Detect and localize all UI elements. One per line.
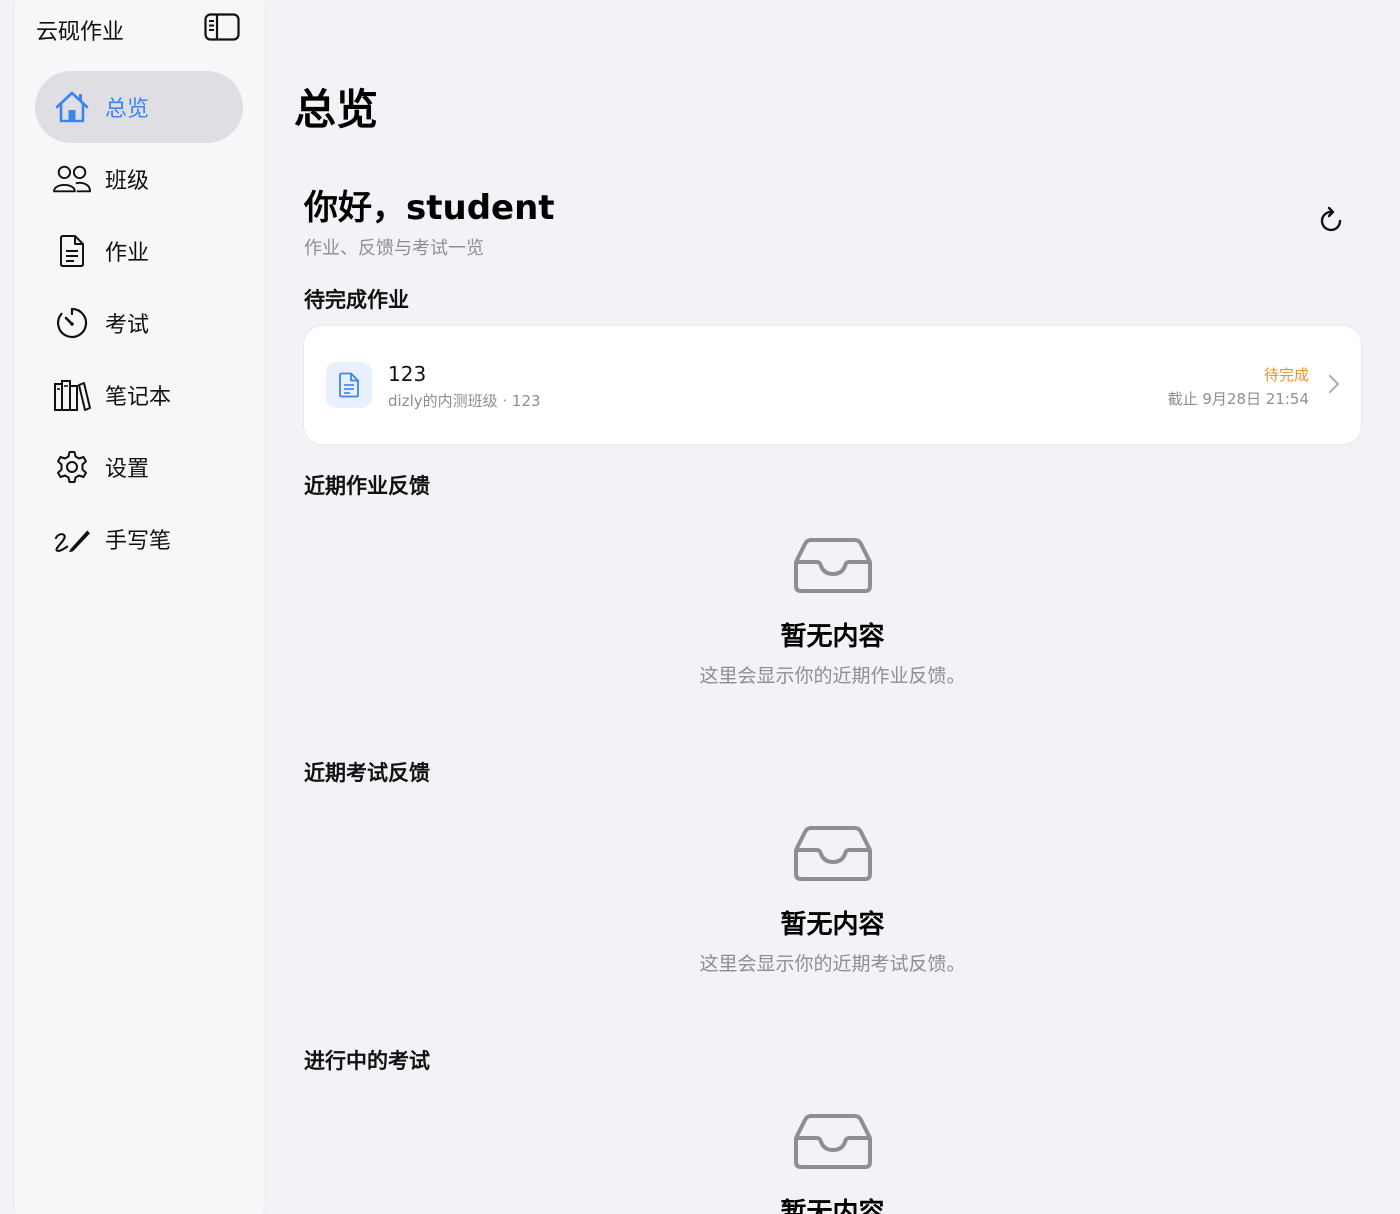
- timer-icon: [53, 304, 91, 342]
- empty-state-title: 暂无内容: [780, 622, 885, 652]
- task-name: 123: [388, 362, 427, 386]
- page-title: 总览: [294, 85, 379, 134]
- sidebar-item-label: 笔记本: [105, 385, 172, 410]
- empty-state-ongoing-exams: 暂无内容: [304, 1112, 1361, 1214]
- empty-state-description: 这里会显示你的近期作业反馈。: [699, 665, 966, 687]
- sidebar-item-notebooks[interactable]: 笔记本: [35, 359, 243, 431]
- inbox-tray-icon: [793, 1114, 872, 1169]
- books-icon: [53, 376, 91, 414]
- app-title: 云砚作业: [36, 20, 125, 45]
- sidebar-item-settings[interactable]: 设置: [35, 431, 243, 503]
- sidebar: 云砚作业 总览 班级 作业 考试 笔记本 设置 手写笔: [14, 0, 265, 1214]
- empty-state-homework-feedback: 暂无内容 这里会显示你的近期作业反馈。: [304, 536, 1361, 688]
- task-deadline: 截止 9月28日 21:54: [1167, 390, 1309, 408]
- sidebar-item-label: 设置: [105, 457, 150, 482]
- chevron-right-icon: [1328, 374, 1340, 394]
- homework-feedback-title: 近期作业反馈: [304, 474, 430, 498]
- empty-state-description: 这里会显示你的近期考试反馈。: [699, 953, 966, 975]
- empty-state-title: 暂无内容: [780, 910, 885, 940]
- sidebar-item-classes[interactable]: 班级: [35, 143, 243, 215]
- sidebar-item-label: 总览: [105, 97, 150, 122]
- exam-feedback-title: 近期考试反馈: [304, 761, 430, 785]
- pending-homework-title: 待完成作业: [304, 288, 409, 312]
- main-content: 总览 你好，student 作业、反馈与考试一览 待完成作业 123 dizly…: [292, 0, 1372, 1214]
- greeting-heading: 你好，student: [304, 188, 555, 228]
- task-icon-badge: [326, 362, 372, 408]
- inbox-tray-icon: [793, 538, 872, 593]
- gear-icon: [53, 448, 91, 486]
- task-class-meta: dizly的内测班级 · 123: [388, 392, 541, 410]
- people-icon: [53, 160, 91, 198]
- sidebar-item-overview[interactable]: 总览: [35, 71, 243, 143]
- sidebar-item-stylus[interactable]: 手写笔: [35, 503, 243, 575]
- refresh-button[interactable]: [1312, 200, 1352, 240]
- pencil-scribble-icon: [53, 520, 91, 558]
- sidebar-item-label: 考试: [105, 313, 150, 338]
- refresh-icon: [1320, 206, 1342, 232]
- empty-state-exam-feedback: 暂无内容 这里会显示你的近期考试反馈。: [304, 824, 1361, 976]
- pending-task-card[interactable]: 123 dizly的内测班级 · 123 待完成 截止 9月28日 21:54: [304, 326, 1361, 444]
- sidebar-item-exams[interactable]: 考试: [35, 287, 243, 359]
- inbox-tray-icon: [793, 826, 872, 881]
- sidebar-toggle-button[interactable]: [204, 12, 240, 42]
- greeting-subtitle: 作业、反馈与考试一览: [304, 238, 484, 259]
- empty-state-title: 暂无内容: [780, 1198, 885, 1214]
- document-icon: [53, 232, 91, 270]
- task-status-badge: 待完成: [1263, 366, 1309, 384]
- sidebar-item-label: 作业: [105, 241, 150, 266]
- sidebar-item-homework[interactable]: 作业: [35, 215, 243, 287]
- house-icon: [53, 88, 91, 126]
- sidebar-toggle-icon: [204, 13, 240, 41]
- sidebar-item-label: 班级: [105, 169, 150, 194]
- sidebar-nav: 总览 班级 作业 考试 笔记本 设置 手写笔: [35, 71, 243, 575]
- sidebar-item-label: 手写笔: [105, 529, 172, 554]
- document-icon: [339, 372, 359, 398]
- ongoing-exams-title: 进行中的考试: [304, 1049, 430, 1073]
